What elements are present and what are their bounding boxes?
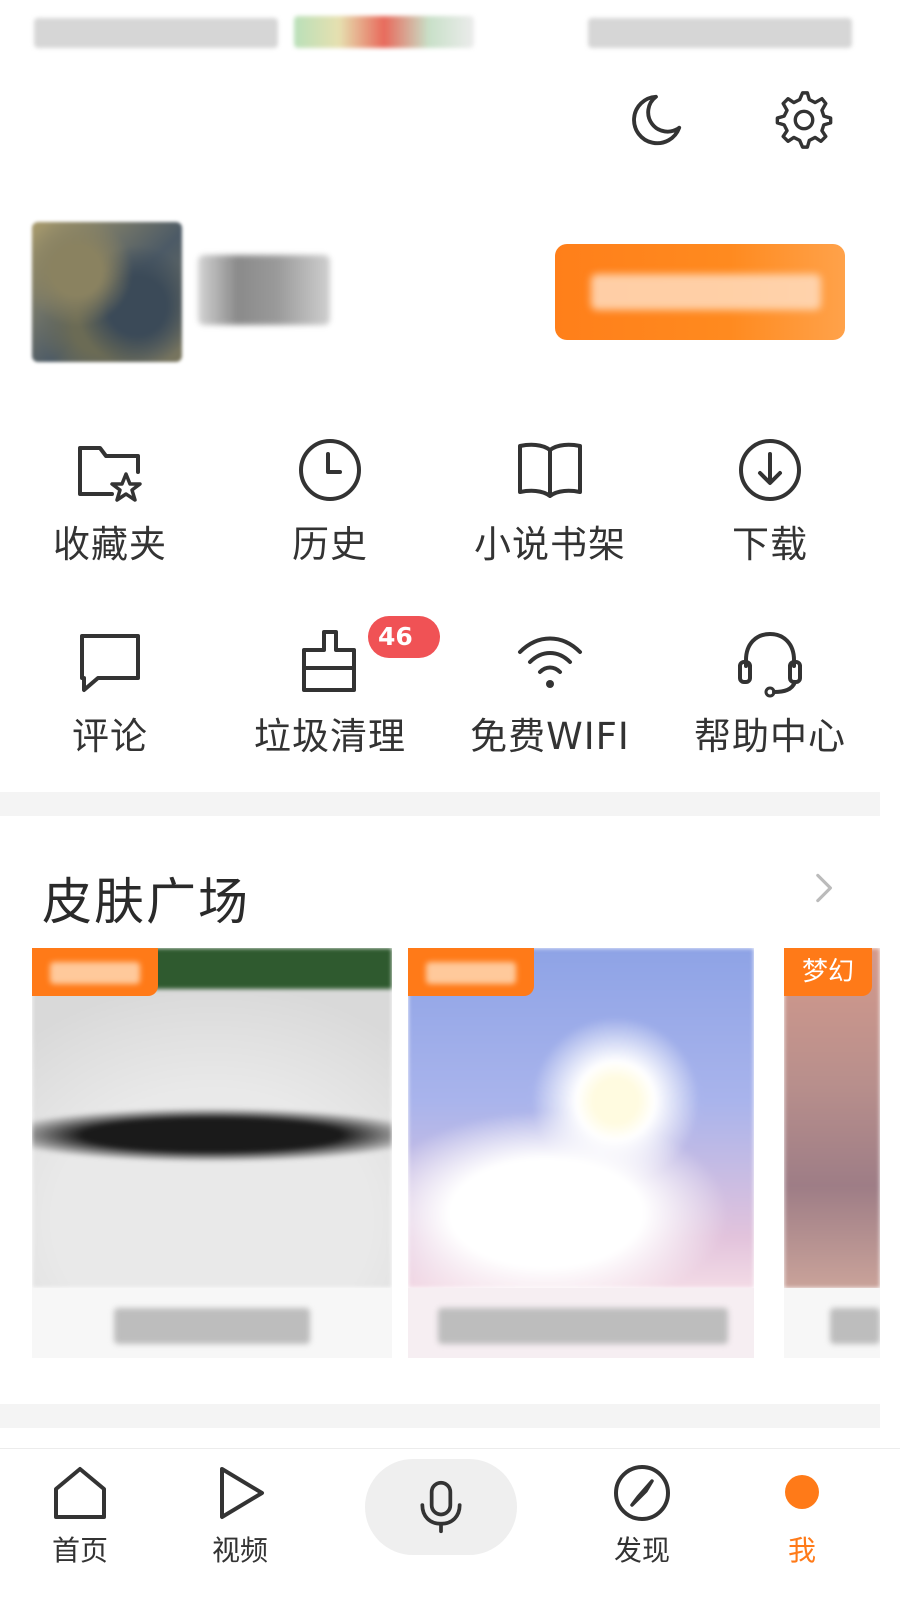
nav-label: 我 [787, 1534, 816, 1567]
voice-search-button[interactable] [365, 1459, 517, 1555]
menu-label: 小说书架 [474, 523, 626, 566]
skin-tag [32, 948, 158, 996]
open-book-icon [518, 442, 582, 498]
menu-label: 免费WIFI [470, 715, 630, 758]
clock-icon [299, 439, 361, 501]
skin-card[interactable] [408, 948, 754, 1358]
help-center-button[interactable]: 帮助中心 [660, 616, 880, 776]
play-icon [220, 1467, 264, 1519]
wifi-icon [518, 636, 582, 688]
section-more-button[interactable] [805, 868, 845, 908]
favorites-folder-icon [78, 446, 142, 502]
skin-card[interactable]: 梦幻 [784, 948, 880, 1358]
home-icon [54, 1467, 106, 1519]
bottom-nav: 首页 视频 发现 我 [0, 1448, 900, 1600]
profile-dot-icon [785, 1475, 819, 1509]
favorites-button[interactable]: 收藏夹 [0, 424, 220, 584]
skin-card[interactable] [32, 948, 392, 1358]
free-wifi-button[interactable]: 免费WIFI [440, 616, 660, 776]
settings-button[interactable] [772, 88, 836, 152]
vip-button[interactable] [555, 244, 845, 340]
comment-icon [80, 634, 140, 692]
nav-video[interactable]: 视频 [180, 1463, 300, 1569]
menu-label: 下载 [732, 523, 808, 566]
download-button[interactable]: 下载 [660, 424, 880, 584]
skin-tag: 梦幻 [784, 948, 873, 996]
night-mode-button[interactable] [622, 88, 686, 152]
skin-preview-image [784, 948, 880, 1288]
comments-button[interactable]: 评论 [0, 616, 220, 776]
chevron-right-icon [816, 873, 832, 903]
section-divider [0, 1404, 880, 1428]
menu-label: 垃圾清理 [254, 715, 406, 758]
user-nickname[interactable] [198, 255, 330, 325]
junk-clean-button[interactable]: 46分 垃圾清理 [220, 616, 440, 776]
skin-preview-image [32, 948, 392, 1288]
nav-label: 首页 [51, 1534, 108, 1567]
avatar[interactable] [32, 222, 182, 362]
section-title: 皮肤广场 [42, 873, 250, 931]
skin-caption [784, 1288, 880, 1358]
nav-me[interactable]: 我 [742, 1463, 862, 1569]
skin-preview-image [408, 948, 754, 1288]
section-divider [0, 792, 880, 816]
download-icon [739, 439, 801, 501]
brush-icon [302, 630, 356, 692]
gear-icon [775, 91, 833, 149]
status-bar [0, 0, 900, 70]
skin-tag [408, 948, 534, 996]
skin-caption [32, 1288, 392, 1358]
compass-icon [614, 1465, 670, 1521]
headset-icon [738, 631, 802, 698]
nav-discover[interactable]: 发现 [582, 1463, 702, 1569]
nav-label: 视频 [211, 1534, 268, 1567]
nav-home[interactable]: 首页 [20, 1463, 140, 1569]
menu-label: 评论 [72, 715, 148, 758]
menu-label: 收藏夹 [53, 523, 167, 566]
mic-icon [420, 1480, 462, 1534]
skin-caption [408, 1288, 754, 1358]
novel-shelf-button[interactable]: 小说书架 [440, 424, 660, 584]
menu-label: 历史 [292, 523, 368, 566]
score-badge: 46分 [368, 616, 440, 693]
nav-label: 发现 [613, 1534, 670, 1567]
moon-icon [632, 94, 682, 146]
history-button[interactable]: 历史 [220, 424, 440, 584]
menu-label: 帮助中心 [694, 715, 846, 758]
